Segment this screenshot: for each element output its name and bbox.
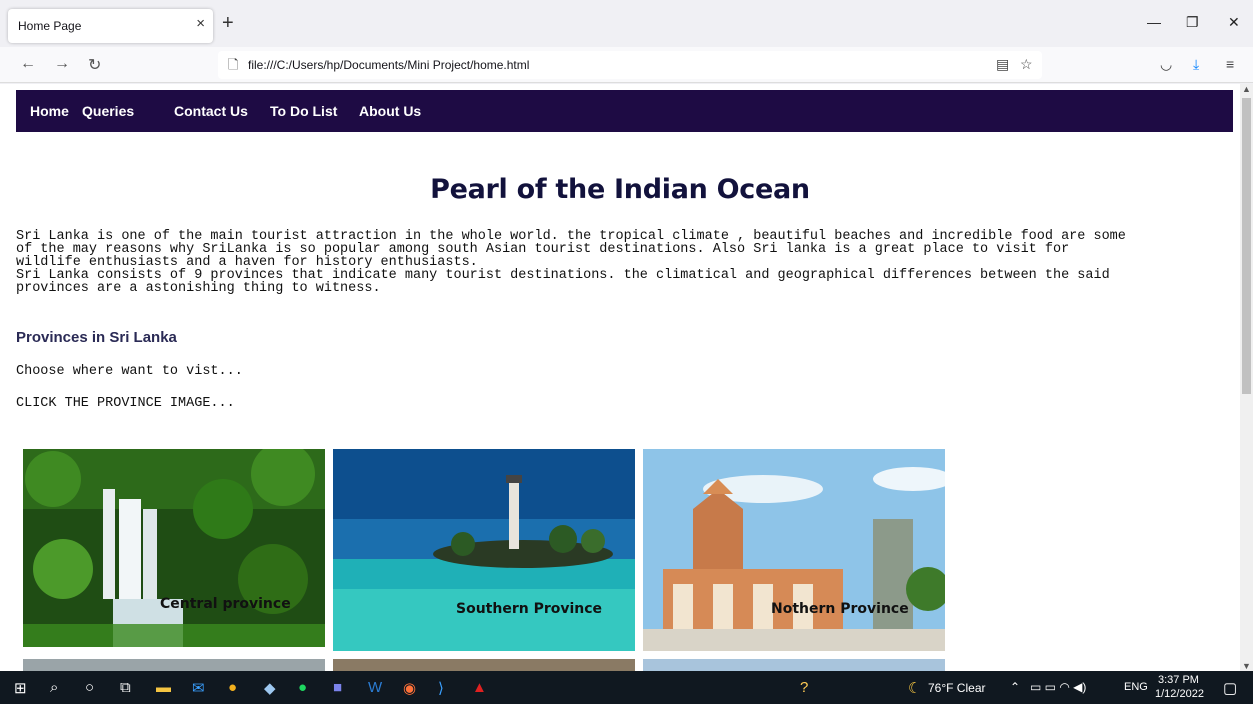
url-bar[interactable]: 🗋 file:///C:/Users/hp/Documents/Mini Pro… <box>218 51 1042 79</box>
card-label: Nothern Province <box>771 601 909 617</box>
nav-link-queries[interactable]: Queries <box>82 103 134 119</box>
task-view-icon[interactable]: ⧉ <box>120 679 131 696</box>
forward-icon[interactable]: → <box>54 55 70 73</box>
restore-icon[interactable]: ❐ <box>1186 14 1199 31</box>
bookmark-star-icon[interactable]: ☆ <box>1020 56 1033 73</box>
firefox-icon[interactable]: ◉ <box>403 679 416 697</box>
nav-link-to-do-list[interactable]: To Do List <box>270 103 337 119</box>
language-indicator[interactable]: ENG <box>1124 681 1148 693</box>
page-title: Pearl of the Indian Ocean <box>430 174 810 205</box>
site-nav-bar: Home Queries Contact Us To Do List About… <box>16 90 1233 132</box>
choose-text: Choose where want to vist... <box>16 364 243 379</box>
clock-time[interactable]: 3:37 PM <box>1158 674 1199 686</box>
app-icon[interactable]: ◆ <box>264 679 276 697</box>
browser-tab[interactable]: Home Page × <box>8 9 213 43</box>
notifications-icon[interactable]: ▢ <box>1223 679 1237 697</box>
word-icon[interactable]: W <box>368 679 382 696</box>
weather-text[interactable]: 76°F Clear <box>928 681 986 695</box>
cortana-icon[interactable]: ○ <box>85 679 94 696</box>
card-label: Central province <box>160 596 291 612</box>
province-card-southern[interactable]: Southern Province <box>333 449 635 651</box>
scroll-down-icon[interactable]: ▼ <box>1242 661 1251 671</box>
mail-icon[interactable]: ✉ <box>192 679 205 697</box>
close-window-icon[interactable]: ✕ <box>1228 14 1240 31</box>
tab-title: Home Page <box>18 19 82 33</box>
downloads-icon[interactable]: ⤓ <box>1193 56 1199 73</box>
windows-taskbar: ⊞ ⌕ ○ ⧉ ▬ ✉ ● ◆ ● ■ W ◉ ⟩ ▲ ? ☾ 76°F Cle… <box>0 671 1253 704</box>
page-viewport: Home Queries Contact Us To Do List About… <box>0 84 1240 671</box>
lighthouse-image <box>333 449 635 651</box>
scroll-up-icon[interactable]: ▲ <box>1242 84 1251 94</box>
tab-close-icon[interactable]: × <box>196 15 205 32</box>
click-instruction: CLICK THE PROVINCE IMAGE... <box>16 396 235 411</box>
spotify-icon[interactable]: ● <box>298 679 307 696</box>
minimize-icon[interactable]: — <box>1147 14 1161 30</box>
reader-view-icon[interactable]: ▤ <box>996 56 1009 73</box>
province-card-northern[interactable]: Nothern Province <box>643 449 945 651</box>
province-card-row2-3[interactable] <box>643 659 945 671</box>
help-icon[interactable]: ? <box>800 679 808 696</box>
card-label: Southern Province <box>456 601 603 617</box>
weather-moon-icon: ☾ <box>908 680 922 697</box>
chrome-icon[interactable]: ● <box>228 679 237 696</box>
page-scrollbar[interactable]: ▲ ▼ <box>1240 84 1253 671</box>
search-icon[interactable]: ⌕ <box>50 679 58 696</box>
waterfall-image <box>23 449 325 647</box>
nav-link-home[interactable]: Home <box>30 103 69 119</box>
province-card-row2-1[interactable] <box>23 659 325 671</box>
tray-icons[interactable]: ▭ ▭ ◠ ◀) <box>1030 680 1086 694</box>
back-icon[interactable]: ← <box>20 55 36 73</box>
nav-link-contact-us[interactable]: Contact Us <box>174 103 248 119</box>
reload-icon[interactable]: ↻ <box>88 55 101 75</box>
page-icon: 🗋 <box>228 57 239 72</box>
intro-line: provinces are a astonishing thing to wit… <box>16 281 381 296</box>
temple-image <box>643 449 945 651</box>
browser-tab-bar: Home Page × + — ❐ ✕ <box>0 0 1253 47</box>
tray-chevron-icon[interactable]: ⌃ <box>1010 680 1020 694</box>
scroll-thumb[interactable] <box>1242 98 1251 394</box>
url-text[interactable]: file:///C:/Users/hp/Documents/Mini Proje… <box>248 58 529 72</box>
file-explorer-icon[interactable]: ▬ <box>156 679 171 696</box>
clock-date[interactable]: 1/12/2022 <box>1155 688 1204 700</box>
acrobat-icon[interactable]: ▲ <box>472 679 487 696</box>
province-card-row2-2[interactable] <box>333 659 635 671</box>
new-tab-icon[interactable]: + <box>222 13 234 33</box>
provinces-heading: Provinces in Sri Lanka <box>16 329 177 346</box>
teams-icon[interactable]: ■ <box>333 679 342 696</box>
pocket-icon[interactable]: ◡ <box>1160 56 1172 73</box>
vscode-icon[interactable]: ⟩ <box>438 679 444 697</box>
windows-start-icon[interactable]: ⊞ <box>14 679 27 697</box>
browser-nav-bar: ← → ↻ 🗋 file:///C:/Users/hp/Documents/Mi… <box>0 47 1253 83</box>
nav-link-about-us[interactable]: About Us <box>359 103 421 119</box>
menu-icon[interactable]: ≡ <box>1226 56 1234 72</box>
province-card-central[interactable]: Central province <box>23 449 325 647</box>
intro-text: Sri Lanka is one of the main tourist att… <box>16 230 1226 296</box>
